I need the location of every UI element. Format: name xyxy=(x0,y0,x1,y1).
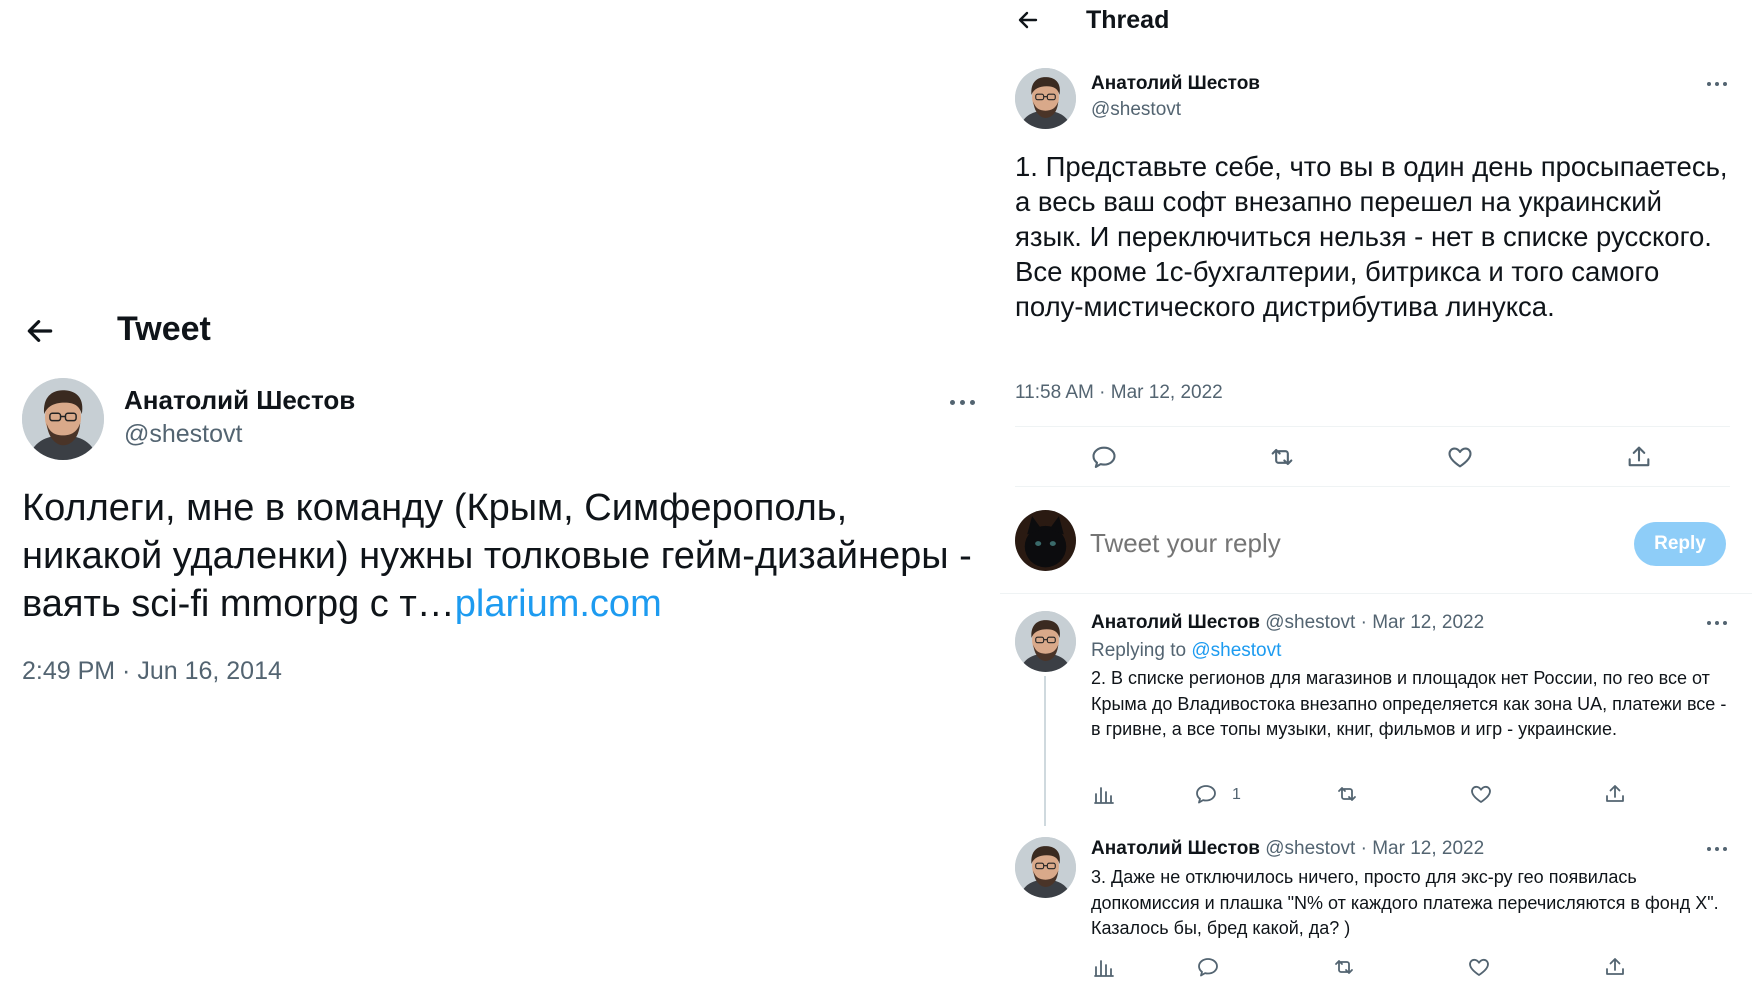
avatar[interactable] xyxy=(1015,611,1076,672)
more-icon[interactable] xyxy=(1707,620,1727,626)
retweet-icon[interactable] xyxy=(1268,443,1296,471)
retweet-icon[interactable] xyxy=(1335,782,1359,806)
share-icon[interactable] xyxy=(1603,955,1627,979)
back-arrow-icon[interactable] xyxy=(1016,8,1040,32)
reply-meta: @shestovt · Mar 12, 2022 xyxy=(1265,612,1485,633)
tweet-text: Коллеги, мне в команду (Крым, Симферопол… xyxy=(22,484,982,628)
tweet-timestamp[interactable]: 11:58 AM · Mar 12, 2022 xyxy=(1015,382,1223,404)
replying-handle[interactable]: @shestovt xyxy=(1191,640,1281,661)
author-name[interactable]: Анатолий Шестов xyxy=(1091,73,1260,95)
author-name[interactable]: Анатолий Шестов xyxy=(1091,612,1260,633)
more-icon[interactable] xyxy=(950,397,975,407)
reply-icon[interactable] xyxy=(1196,955,1220,979)
like-icon[interactable] xyxy=(1467,955,1491,979)
reply-meta: @shestovt · Mar 12, 2022 xyxy=(1265,838,1485,859)
avatar xyxy=(1015,510,1076,571)
reply-header: Анатолий Шестов @shestovt · Mar 12, 2022 xyxy=(1091,838,1484,860)
author-name[interactable]: Анатолий Шестов xyxy=(124,385,355,415)
reply-count: 1 xyxy=(1232,786,1241,803)
divider xyxy=(1015,426,1730,427)
share-icon[interactable] xyxy=(1625,443,1653,471)
reply-icon[interactable] xyxy=(1090,443,1118,471)
more-icon[interactable] xyxy=(1707,846,1727,852)
like-icon[interactable] xyxy=(1469,782,1493,806)
avatar[interactable] xyxy=(1015,837,1076,898)
divider xyxy=(1015,486,1730,487)
reply-header: Анатолий Шестов @shestovt · Mar 12, 2022 xyxy=(1091,612,1484,634)
back-arrow-icon[interactable] xyxy=(24,315,56,347)
reply-button[interactable]: Reply xyxy=(1634,522,1726,566)
analytics-icon[interactable] xyxy=(1092,782,1116,806)
author-name[interactable]: Анатолий Шестов xyxy=(1091,838,1260,859)
reply-text: 3. Даже не отключилось ничего, просто дл… xyxy=(1091,867,1719,938)
like-icon[interactable] xyxy=(1446,443,1474,471)
tweet-link[interactable]: plarium.com xyxy=(455,583,662,625)
replying-to: Replying to @shestovt xyxy=(1091,640,1281,662)
author-handle[interactable]: @shestovt xyxy=(124,419,242,449)
author-handle[interactable]: @shestovt xyxy=(1091,99,1181,121)
thread-main-text: 1. Представьте себе, что вы в один день … xyxy=(1015,151,1728,322)
avatar[interactable] xyxy=(1015,68,1076,129)
avatar[interactable] xyxy=(22,378,104,460)
reply-text: 2. В списке регионов для магазинов и пло… xyxy=(1091,668,1727,739)
tweet-timestamp[interactable]: 2:49 PM · Jun 16, 2014 xyxy=(22,656,282,686)
share-icon[interactable] xyxy=(1603,782,1627,806)
reply-icon[interactable] xyxy=(1194,782,1218,806)
retweet-icon[interactable] xyxy=(1332,955,1356,979)
more-icon[interactable] xyxy=(1707,81,1727,87)
page-title: Tweet xyxy=(117,310,211,348)
analytics-icon[interactable] xyxy=(1092,955,1116,979)
thread-connector xyxy=(1044,676,1046,826)
reply-input[interactable] xyxy=(1090,525,1590,561)
replying-label: Replying to xyxy=(1091,640,1187,661)
thread-title: Thread xyxy=(1086,6,1170,34)
divider xyxy=(1000,593,1752,594)
